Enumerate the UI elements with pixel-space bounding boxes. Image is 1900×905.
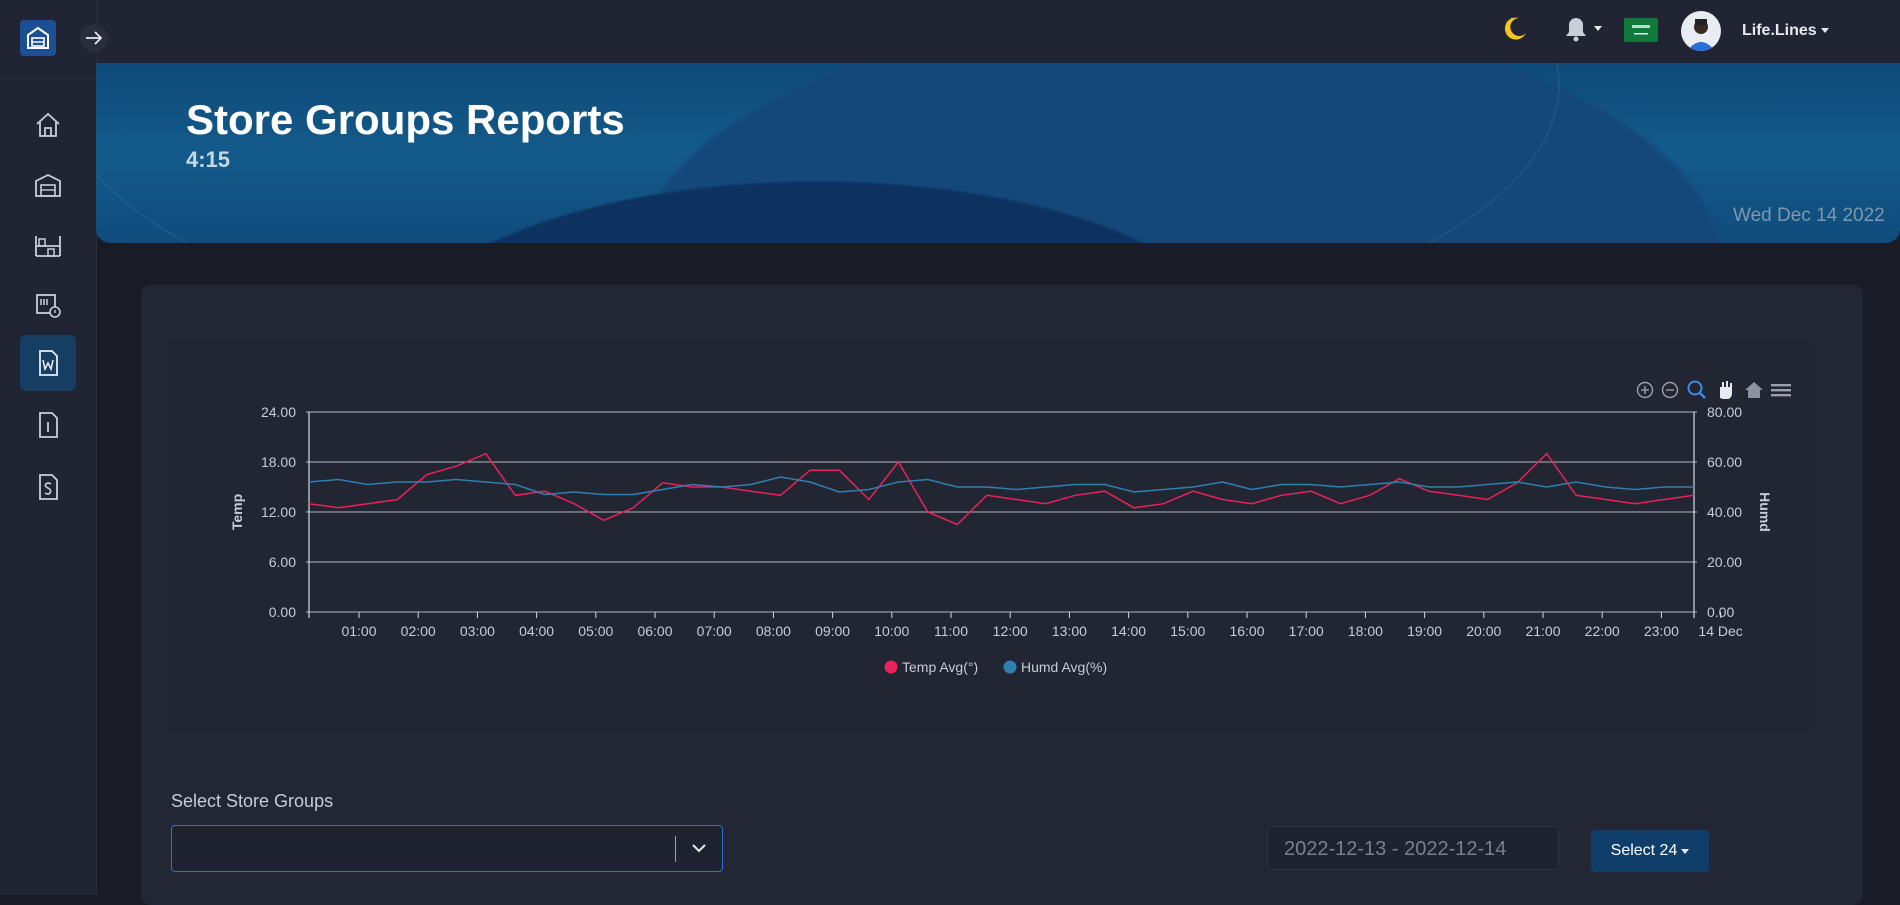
select-store-groups-label: Select Store Groups <box>171 791 334 811</box>
x-tick-label: 09:00 <box>815 623 850 639</box>
x-tick-label: 08:00 <box>756 623 791 639</box>
storage-icon <box>35 236 61 257</box>
x-tick-label: 10:00 <box>874 623 909 639</box>
temp-series-line <box>308 452 1695 526</box>
user-caret-icon <box>1820 28 1829 34</box>
user-name-text: Life.Lines <box>1742 22 1817 39</box>
select-separator <box>675 836 676 862</box>
bell-icon[interactable] <box>1562 14 1590 44</box>
x-tick-label: 16:00 <box>1229 623 1264 639</box>
sidebar-item-storage[interactable] <box>20 217 76 273</box>
legend-marker <box>884 660 898 674</box>
chart-axes: 24.00 18.00 12.00 6.00 0.00 80.00 60.00 40.00 20… <box>229 404 1773 639</box>
y-left-axis-title: Temp <box>229 494 245 530</box>
x-tick-label: 23:00 <box>1644 623 1679 639</box>
reset-home-icon[interactable] <box>1745 382 1763 398</box>
x-tick-label: 20:00 <box>1466 623 1501 639</box>
x-tick-label: 04:00 <box>519 623 554 639</box>
page-title: Store Groups Reports <box>186 96 625 143</box>
warehouse-icon <box>35 173 61 197</box>
x-tick-label: 07:00 <box>697 623 732 639</box>
y-left-tick-label: 24.00 <box>261 404 296 420</box>
sidebar-divider <box>0 78 96 79</box>
app-logo[interactable] <box>20 20 56 56</box>
y-right-tick-label: 40.00 <box>1707 504 1742 520</box>
user-menu[interactable]: Life.Lines <box>1742 22 1829 40</box>
chart-grid <box>306 411 1697 613</box>
temp-humd-chart: 24.00 18.00 12.00 6.00 0.00 80.00 60.00 40.00 20… <box>229 380 1791 675</box>
sidebar-item-home[interactable] <box>20 97 76 153</box>
sidebar-item-report-w[interactable] <box>20 335 76 391</box>
chart-series <box>308 452 1695 526</box>
zoom-out-icon[interactable] <box>1661 381 1679 399</box>
x-tick-label: 06:00 <box>637 623 672 639</box>
y-left-tick-label: 6.00 <box>269 554 296 570</box>
x-tick-label: 21:00 <box>1525 623 1560 639</box>
legend-label: Humd Avg(%) <box>1021 659 1107 675</box>
y-right-tick-label: 60.00 <box>1707 454 1742 470</box>
x-tick-label: 14 Dec <box>1698 623 1742 639</box>
select-24-button[interactable]: Select 24 <box>1591 830 1709 872</box>
x-tick-label: 11:00 <box>934 623 968 639</box>
chart-toolbar <box>1636 380 1791 399</box>
select-24-caret-icon <box>1681 848 1690 854</box>
date-range-input[interactable]: 2022-12-13 - 2022-12-14 <box>1267 826 1559 870</box>
avatar[interactable] <box>1681 11 1721 51</box>
flag-icon[interactable] <box>1624 18 1658 42</box>
report-s-icon <box>39 474 58 500</box>
arrow-right-icon <box>86 31 103 45</box>
home-icon <box>36 112 60 137</box>
sidebar-toggle-button[interactable] <box>80 24 108 52</box>
y-right-tick-label: 80.00 <box>1707 404 1742 420</box>
x-tick-label: 05:00 <box>578 623 613 639</box>
chevron-down-icon[interactable] <box>690 839 708 857</box>
chart-menu-icon[interactable] <box>1771 384 1791 397</box>
pan-icon[interactable] <box>1720 381 1732 399</box>
sidebar-item-report-i[interactable] <box>20 397 76 453</box>
moon-icon[interactable] <box>1499 14 1529 44</box>
x-tick-label: 18:00 <box>1348 623 1383 639</box>
x-tick-label: 17:00 <box>1289 623 1324 639</box>
y-left-tick-label: 18.00 <box>261 454 296 470</box>
selection-zoom-icon[interactable] <box>1687 380 1706 399</box>
y-left-tick-label: 0.00 <box>269 604 296 620</box>
report-i-icon <box>39 412 58 438</box>
bell-dropdown-caret[interactable] <box>1594 26 1602 31</box>
x-tick-label: 15:00 <box>1170 623 1205 639</box>
y-left-tick-label: 12.00 <box>261 504 296 520</box>
x-tick-label: 02:00 <box>401 623 436 639</box>
select-24-label: Select 24 <box>1610 842 1678 859</box>
user-avatar-icon <box>1687 19 1715 51</box>
report-w-icon <box>39 350 58 376</box>
sidebar-item-devices[interactable] <box>20 277 76 333</box>
y-right-axis-title: Humd <box>1757 492 1773 532</box>
x-tick-label: 13:00 <box>1052 623 1087 639</box>
x-tick-label: 19:00 <box>1407 623 1442 639</box>
page-banner <box>96 63 1900 243</box>
sidebar-item-warehouse[interactable] <box>20 157 76 213</box>
humd-series-line <box>308 476 1694 496</box>
x-tick-label: 14:00 <box>1111 623 1146 639</box>
y-right-tick-label: 20.00 <box>1707 554 1742 570</box>
x-tick-label: 22:00 <box>1585 623 1620 639</box>
x-tick-label: 01:00 <box>341 623 376 639</box>
banner-arc-decoration <box>96 63 1560 243</box>
sidebar-item-report-s[interactable] <box>20 459 76 515</box>
chart-legend: Temp Avg(°) Humd Avg(%) <box>884 659 1107 675</box>
store-groups-select[interactable] <box>171 825 723 872</box>
top-navbar <box>0 0 1900 63</box>
warehouse-logo-icon <box>27 26 49 49</box>
devices-icon <box>36 294 61 318</box>
legend-marker <box>1003 660 1017 674</box>
sidebar <box>0 0 97 895</box>
page-date: Wed Dec 14 2022 <box>1733 205 1885 226</box>
legend-label: Temp Avg(°) <box>902 659 978 675</box>
page-time: 4:15 <box>186 147 231 172</box>
zoom-in-icon[interactable] <box>1636 381 1654 399</box>
x-tick-label: 12:00 <box>993 623 1028 639</box>
x-tick-label: 03:00 <box>460 623 495 639</box>
